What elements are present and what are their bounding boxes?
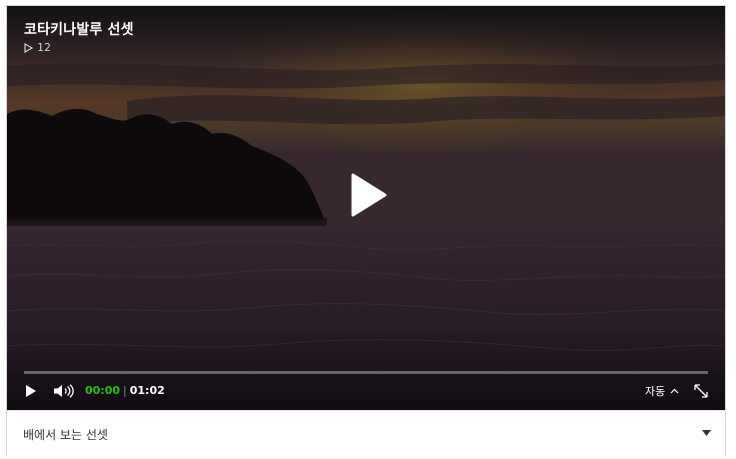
fullscreen-icon[interactable] [693,383,709,399]
caret-down-icon[interactable] [702,430,711,436]
quality-auto-toggle[interactable]: 자동 [645,383,679,399]
time-separator: | [123,384,127,397]
progress-bar[interactable] [24,371,708,374]
play-icon[interactable] [25,384,37,398]
view-count-value: 12 [37,41,51,54]
player-controls: 00:00 | 01:02 자동 [7,380,725,402]
play-icon[interactable] [345,173,389,217]
volume-icon[interactable] [53,384,75,398]
play-outline-icon [24,42,33,53]
current-time: 00:00 [85,384,121,397]
time-display: 00:00 | 01:02 [85,384,165,397]
duration: 01:02 [129,384,165,397]
chevron-up-icon [670,388,679,394]
video-title: 코타키나발루 선셋 [24,22,134,38]
quality-auto-label: 자동 [645,385,666,398]
video-player[interactable]: 코타키나발루 선셋 12 00:00 | 01:02 자동 [7,6,725,410]
view-count: 12 [24,41,51,54]
video-card: 코타키나발루 선셋 12 00:00 | 01:02 자동 배에서 보는 선셋 [6,5,726,456]
video-caption-toggle[interactable]: 배에서 보는 선셋 [7,410,725,456]
video-caption: 배에서 보는 선셋 [23,428,108,442]
